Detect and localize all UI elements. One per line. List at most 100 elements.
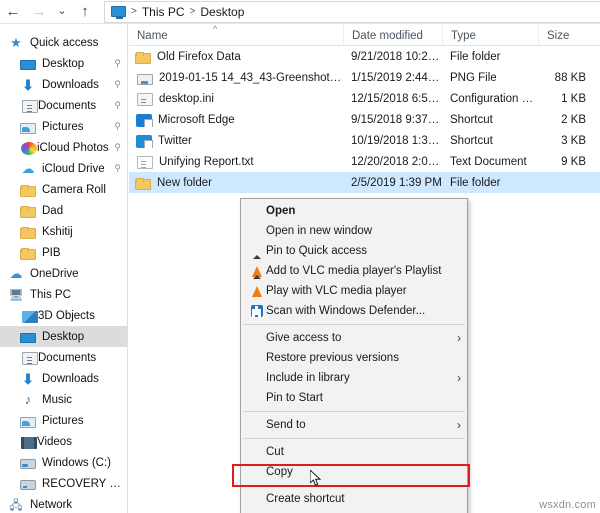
file-name-label: Twitter [158, 134, 192, 147]
breadcrumb-item-this-pc[interactable]: This PC [142, 5, 185, 19]
file-date-cell: 2/5/2019 1:39 PM [351, 176, 442, 189]
column-header-date-modified[interactable]: Date modified [343, 23, 442, 45]
3d-objects-icon [22, 310, 38, 323]
table-row[interactable]: desktop.ini 12/15/2018 6:51 PM Configurati… [129, 88, 600, 109]
this-pc-monitor-icon [111, 6, 126, 19]
breadcrumb[interactable]: > This PC > Desktop [104, 0, 600, 23]
folder-icon [20, 205, 36, 218]
sidebar-item-onedrive[interactable]: ☁ OneDrive [0, 263, 127, 284]
file-type-cell: Configuration setti... [450, 92, 538, 105]
menu-separator [243, 324, 465, 325]
sidebar-item-label: iCloud Photos [37, 141, 109, 154]
pin-icon[interactable]: ⚲ [114, 122, 121, 131]
menu-item-pin-to-start[interactable]: Pin to Start [241, 388, 467, 408]
file-date-cell: 9/21/2018 10:28 A... [351, 50, 442, 63]
sidebar-item-documents[interactable]: Documents ⚲ [0, 95, 127, 116]
file-name-cell: Unifying Report.txt [129, 154, 343, 169]
menu-item-label: Pin to Quick access [266, 245, 367, 257]
menu-item-cut[interactable]: Cut [241, 442, 467, 462]
sidebar-item-icloud-drive[interactable]: ☁ iCloud Drive ⚲ [0, 158, 127, 179]
sidebar-item-recovery-d[interactable]: RECOVERY (D:) [0, 473, 127, 494]
png-file-icon [137, 73, 153, 85]
sidebar-item-label: PIB [42, 246, 61, 259]
vlc-cone-icon [249, 275, 266, 299]
sidebar-item-desktop[interactable]: Desktop [0, 326, 127, 347]
sidebar-item-kshitij[interactable]: Kshitij [0, 221, 127, 242]
table-row[interactable]: Unifying Report.txt 12/20/2018 2:03 PM Tex… [129, 151, 600, 172]
sidebar-item-music[interactable]: ♪ Music [0, 389, 127, 410]
pin-icon[interactable]: ⚲ [114, 143, 121, 152]
column-header-name[interactable]: Name [129, 23, 343, 45]
sidebar-item-label: Network [30, 498, 73, 511]
context-menu[interactable]: Open Open in new window Pin to Quick acces… [240, 198, 468, 513]
menu-item-pin-to-quick-access[interactable]: Pin to Quick access [241, 241, 467, 261]
downloads-icon: ⬇ [22, 370, 34, 387]
sidebar-item-quick-access[interactable]: ★ Quick access [0, 32, 127, 53]
table-row[interactable]: Microsoft Edge 9/15/2018 9:37 PM Shortcut 2… [129, 109, 600, 130]
table-row[interactable]: New folder 2/5/2019 1:39 PM File folder [129, 172, 600, 193]
sidebar-item-camera-roll[interactable]: Camera Roll [0, 179, 127, 200]
menu-item-icon-slot [249, 390, 266, 406]
pin-icon[interactable]: ⚲ [114, 80, 121, 89]
table-row[interactable]: Twitter 10/19/2018 1:39 PM Shortcut 3 KB [129, 130, 600, 151]
sidebar-item-dad[interactable]: Dad [0, 200, 127, 221]
sidebar-item-downloads[interactable]: ⬇ Downloads [0, 368, 127, 389]
pin-icon[interactable]: ⚲ [114, 164, 121, 173]
file-type-cell: Shortcut [450, 134, 493, 147]
sidebar-item-label: Downloads [42, 372, 99, 385]
menu-item-icon-slot [249, 370, 266, 386]
up-arrow-icon[interactable]: ↑ [72, 1, 98, 23]
pin-icon[interactable]: ⚲ [114, 101, 121, 110]
sidebar-item-pictures[interactable]: Pictures ⚲ [0, 116, 127, 137]
menu-item-open[interactable]: Open [241, 201, 467, 221]
menu-item-include-in-library[interactable]: Include in library › [241, 368, 467, 388]
file-explorer-window: ← → ⌄ ↑ > This PC > Desktop ★ Quick acces… [0, 0, 600, 513]
folder-icon [135, 177, 151, 190]
navigation-bar: ← → ⌄ ↑ > This PC > Desktop [0, 0, 600, 24]
sidebar-item-desktop[interactable]: Desktop ⚲ [0, 53, 127, 74]
folder-icon [20, 226, 36, 239]
menu-item-send-to[interactable]: Send to › [241, 415, 467, 435]
sidebar-item-videos[interactable]: Videos [0, 431, 127, 452]
sidebar-item-downloads[interactable]: ⬇ Downloads ⚲ [0, 74, 127, 95]
breadcrumb-item-desktop[interactable]: Desktop [200, 5, 244, 19]
pin-icon[interactable]: ⚲ [114, 59, 121, 68]
menu-item-add-to-vlc-media-player-s-playlist[interactable]: Add to VLC media player's Playlist [241, 255, 467, 281]
menu-item-delete[interactable]: Delete [241, 509, 467, 513]
menu-item-play-with-vlc-media-player[interactable]: Play with VLC media player [241, 275, 467, 301]
menu-item-open-in-new-window[interactable]: Open in new window [241, 221, 467, 241]
menu-item-give-access-to[interactable]: Give access to › [241, 328, 467, 348]
column-header-row: Name Date modified Type Size ^ [129, 23, 600, 46]
menu-item-copy[interactable]: Copy [241, 462, 467, 482]
ini-file-icon [137, 93, 153, 106]
folder-icon [20, 184, 36, 197]
menu-item-icon-slot [249, 464, 266, 480]
menu-item-label: Include in library [266, 372, 350, 384]
sidebar-item-pib[interactable]: PIB [0, 242, 127, 263]
forward-arrow-icon[interactable]: → [26, 1, 52, 23]
sidebar-item-3d-objects[interactable]: 3D Objects [0, 305, 127, 326]
menu-item-scan-with-windows-defender[interactable]: Scan with Windows Defender... [241, 301, 467, 321]
sidebar-item-this-pc[interactable]: 🖥 This PC [0, 284, 127, 305]
file-type-cell: Text Document [450, 155, 527, 168]
navigation-pane[interactable]: ★ Quick access Desktop ⚲ ⬇ Downloads ⚲ Document… [0, 24, 128, 513]
column-header-size[interactable]: Size [538, 23, 600, 45]
menu-item-restore-previous-versions[interactable]: Restore previous versions [241, 348, 467, 368]
table-row[interactable]: Old Firefox Data 9/21/2018 10:28 A... File… [129, 46, 600, 67]
menu-item-label: Scan with Windows Defender... [266, 305, 426, 317]
table-row[interactable]: 2019-01-15 14_43_43-Greenshot.png 1/15/20… [129, 67, 600, 88]
sidebar-item-icloud-photos[interactable]: iCloud Photos ⚲ [0, 137, 127, 158]
menu-item-icon-slot [249, 330, 266, 346]
sidebar-item-label: This PC [30, 288, 71, 301]
column-header-type[interactable]: Type [442, 23, 538, 45]
menu-item-create-shortcut[interactable]: Create shortcut [241, 489, 467, 509]
submenu-chevron-right-icon: › [457, 418, 461, 432]
chevron-down-icon[interactable]: ⌄ [52, 1, 72, 23]
back-arrow-icon[interactable]: ← [0, 1, 26, 23]
sidebar-item-network[interactable]: 🖧 Network [0, 494, 127, 513]
sidebar-item-pictures[interactable]: Pictures [0, 410, 127, 431]
sidebar-item-windows-c[interactable]: Windows (C:) [0, 452, 127, 473]
network-icon: 🖧 [9, 497, 23, 512]
sidebar-item-label: 3D Objects [38, 309, 95, 322]
sidebar-item-documents[interactable]: Documents [0, 347, 127, 368]
